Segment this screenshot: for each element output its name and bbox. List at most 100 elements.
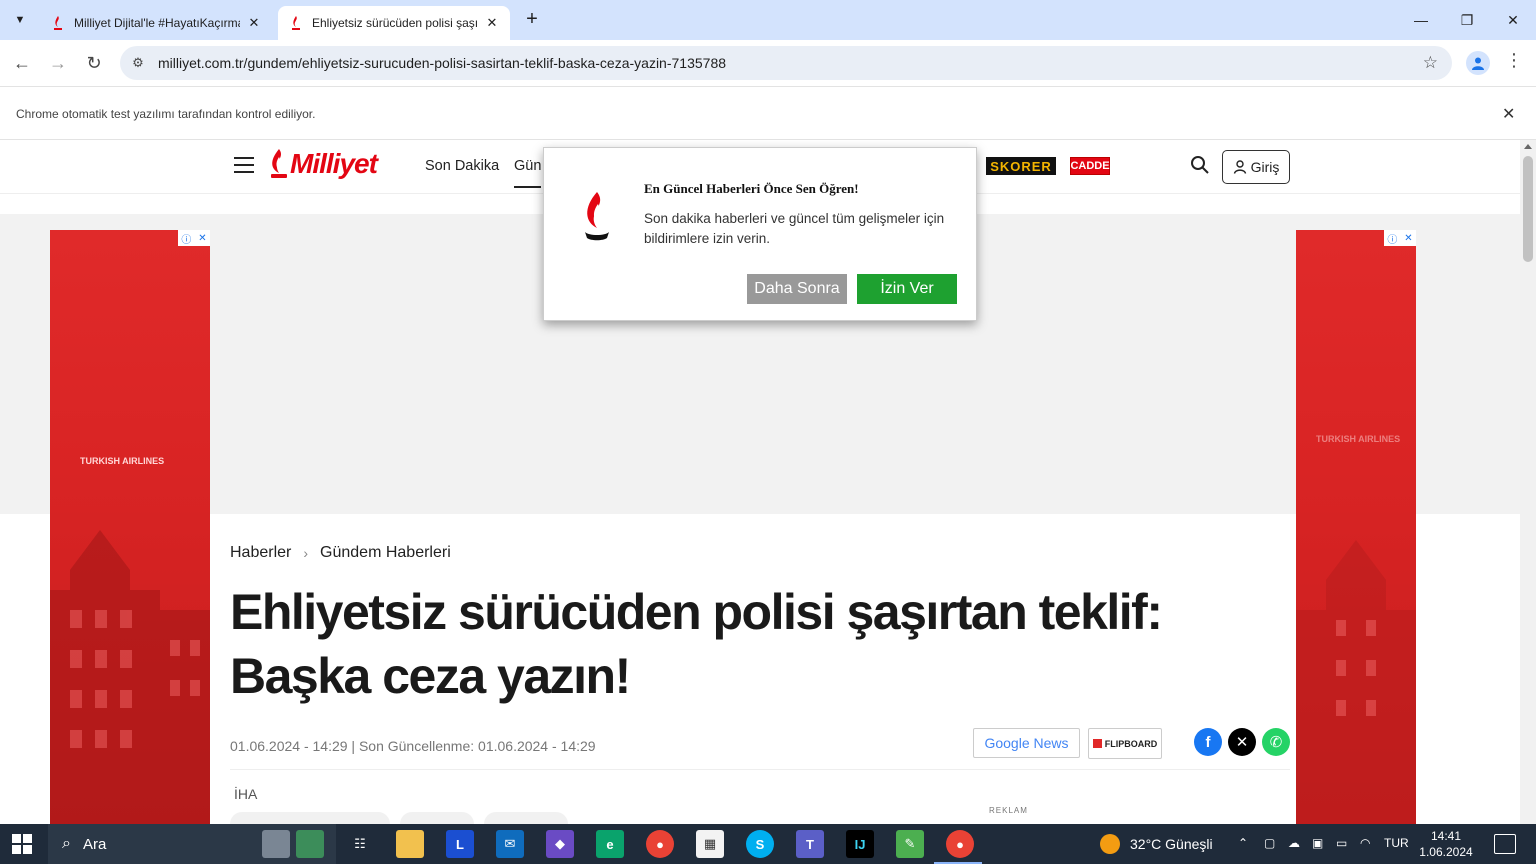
tab-ehliyetsiz[interactable]: Ehliyetsiz sürücüden polisi şaşırtan ✕	[278, 6, 510, 40]
tab-search-chevron-icon[interactable]: ▼	[8, 8, 32, 32]
luggage-icon[interactable]	[262, 830, 290, 858]
google-news-label: Google News	[984, 735, 1069, 751]
notification-title: En Güncel Haberleri Önce Sen Öğren!	[644, 181, 859, 196]
store-icon[interactable]: ▦	[696, 830, 724, 858]
tab-title: Ehliyetsiz sürücüden polisi şaşırtan	[312, 16, 478, 30]
logo-text: Milliyet	[290, 148, 378, 179]
left-skyscraper-ad[interactable]: ⓘ ✕ TURKISH AIRLINES	[50, 230, 210, 824]
reload-icon[interactable]: ↻	[80, 49, 108, 77]
ad-brand: TURKISH AIRLINES	[1316, 434, 1401, 444]
article-headline: Ehliyetsiz sürücüden polisi şaşırtan tek…	[230, 584, 1163, 704]
page-scrollbar[interactable]	[1520, 140, 1536, 824]
user-icon	[1233, 160, 1246, 174]
tab-title: Milliyet Dijital'le #HayatıKaçırma	[74, 16, 240, 30]
taskbar-search-box[interactable]: ⌕ Ara	[48, 824, 336, 864]
task-view-icon[interactable]: ☷	[346, 830, 374, 858]
automation-infobar: Chrome otomatik test yazılımı tarafından…	[0, 86, 1536, 140]
search-label: Ara	[82, 835, 107, 853]
clock-time: 14:41	[1430, 829, 1462, 843]
weather-widget[interactable]: 32°C Güneşli	[1100, 824, 1213, 864]
milliyet-logo[interactable]: Milliyet	[268, 148, 378, 180]
login-label: Giriş	[1250, 159, 1280, 175]
tag-pill[interactable]	[400, 812, 474, 824]
milliyet-flame-icon	[288, 15, 304, 31]
url-text: milliyet.com.tr/gundem/ehliyetsiz-surucu…	[158, 55, 727, 71]
chrome-icon[interactable]: ●	[646, 830, 674, 858]
building-illustration	[1296, 540, 1416, 824]
breadcrumb: Haberler › Gündem Haberleri	[230, 544, 451, 562]
tab-milliyet-dijital[interactable]: Milliyet Dijital'le #HayatıKaçırma ✕	[40, 6, 272, 40]
adchoices-icon[interactable]: ⓘ ✕	[178, 230, 210, 246]
address-bar[interactable]: ⚙ milliyet.com.tr/gundem/ehliyetsiz-suru…	[120, 46, 1452, 80]
weather-text: 32°C Güneşli	[1130, 836, 1213, 852]
intellij-icon[interactable]: IJ	[846, 830, 874, 858]
cadde-logo[interactable]: CADDE	[1070, 157, 1110, 175]
x-share-icon[interactable]: ✕	[1228, 728, 1256, 756]
hamburger-menu-icon[interactable]	[234, 157, 254, 173]
bookmark-star-icon[interactable]: ☆	[1423, 53, 1438, 73]
edge-icon[interactable]: e	[596, 830, 624, 858]
scrollbar-thumb[interactable]	[1523, 156, 1533, 262]
adchoices-icon[interactable]: ⓘ ✕	[1384, 230, 1416, 246]
skype-icon[interactable]: S	[746, 830, 774, 858]
battery-icon[interactable]: ▭	[1336, 836, 1347, 850]
login-button[interactable]: Giriş	[1222, 150, 1290, 184]
l-app-icon[interactable]: L	[446, 830, 474, 858]
windows-start-icon[interactable]	[12, 834, 32, 854]
back-icon[interactable]: ←	[8, 49, 36, 77]
forward-icon[interactable]: →	[44, 49, 72, 77]
facebook-share-icon[interactable]: f	[1194, 728, 1222, 756]
notepad-icon[interactable]: ✎	[896, 830, 924, 858]
right-skyscraper-ad[interactable]: ⓘ ✕ TURKISH AIRLINES	[1296, 230, 1416, 824]
display-icon[interactable]: ▣	[1312, 836, 1323, 850]
profile-icon[interactable]	[1466, 51, 1490, 75]
skorer-logo[interactable]: SKORER	[986, 157, 1056, 175]
map-icon[interactable]	[296, 830, 324, 858]
new-tab-icon[interactable]: +	[520, 8, 544, 32]
chevron-right-icon: ›	[303, 545, 309, 561]
notification-center-icon[interactable]	[1494, 834, 1516, 854]
breadcrumb-haberler[interactable]: Haberler	[230, 544, 291, 562]
sun-icon	[1100, 834, 1120, 854]
close-window-icon[interactable]: ✕	[1490, 0, 1536, 40]
ad-brand: TURKISH AIRLINES	[80, 456, 165, 466]
flipboard-label: FLIPBOARD	[1104, 738, 1158, 749]
flipboard-button[interactable]: FLIPBOARD	[1088, 728, 1162, 759]
site-info-icon[interactable]: ⚙	[128, 55, 148, 71]
whatsapp-share-icon[interactable]: ✆	[1262, 728, 1290, 756]
tag-pill[interactable]	[484, 812, 568, 824]
language-indicator[interactable]: TUR	[1384, 836, 1409, 850]
copilot-icon[interactable]: ◆	[546, 830, 574, 858]
notification-body: Son dakika haberleri ve güncel tüm geliş…	[644, 211, 945, 246]
chrome-icon[interactable]: ●	[946, 830, 974, 858]
infobar-close-icon[interactable]: ✕	[1502, 104, 1515, 124]
nav-gundem[interactable]: Gün	[514, 158, 542, 188]
milliyet-flame-icon	[50, 15, 66, 31]
onedrive-icon[interactable]: ☁	[1288, 836, 1300, 850]
nav-son-dakika[interactable]: Son Dakika	[425, 158, 499, 174]
minimize-icon[interactable]: —	[1398, 0, 1444, 40]
tag-pill[interactable]	[230, 812, 390, 824]
building-illustration	[50, 530, 210, 824]
google-news-button[interactable]: Google News	[973, 728, 1080, 758]
restore-icon[interactable]: ❐	[1444, 0, 1490, 40]
file-explorer-icon[interactable]	[396, 830, 424, 858]
milliyet-flame-logo-icon	[271, 149, 287, 178]
close-tab-icon[interactable]: ✕	[484, 15, 500, 31]
chrome-menu-icon[interactable]: ⋮	[1504, 50, 1524, 76]
teams-icon[interactable]: T	[796, 830, 824, 858]
wifi-icon[interactable]: ◠	[1360, 836, 1370, 850]
allow-button[interactable]: İzin Ver	[857, 274, 957, 304]
taskbar-clock[interactable]: 14:41 1.06.2024	[1418, 828, 1474, 860]
close-tab-icon[interactable]: ✕	[246, 15, 262, 31]
tab-strip: ▼ Milliyet Dijital'le #HayatıKaçırma ✕ E…	[0, 0, 1536, 40]
breadcrumb-gundem[interactable]: Gündem Haberleri	[320, 544, 451, 562]
meet-icon[interactable]: ▢	[1264, 836, 1275, 850]
later-button[interactable]: Daha Sonra	[747, 274, 847, 304]
chevron-up-icon[interactable]: ⌃	[1238, 836, 1248, 850]
divider	[230, 769, 1290, 770]
scroll-up-icon[interactable]	[1524, 144, 1532, 149]
ad-label: REKLAM	[989, 806, 1028, 815]
mail-icon[interactable]: ✉	[496, 830, 524, 858]
search-icon[interactable]	[1190, 155, 1212, 177]
